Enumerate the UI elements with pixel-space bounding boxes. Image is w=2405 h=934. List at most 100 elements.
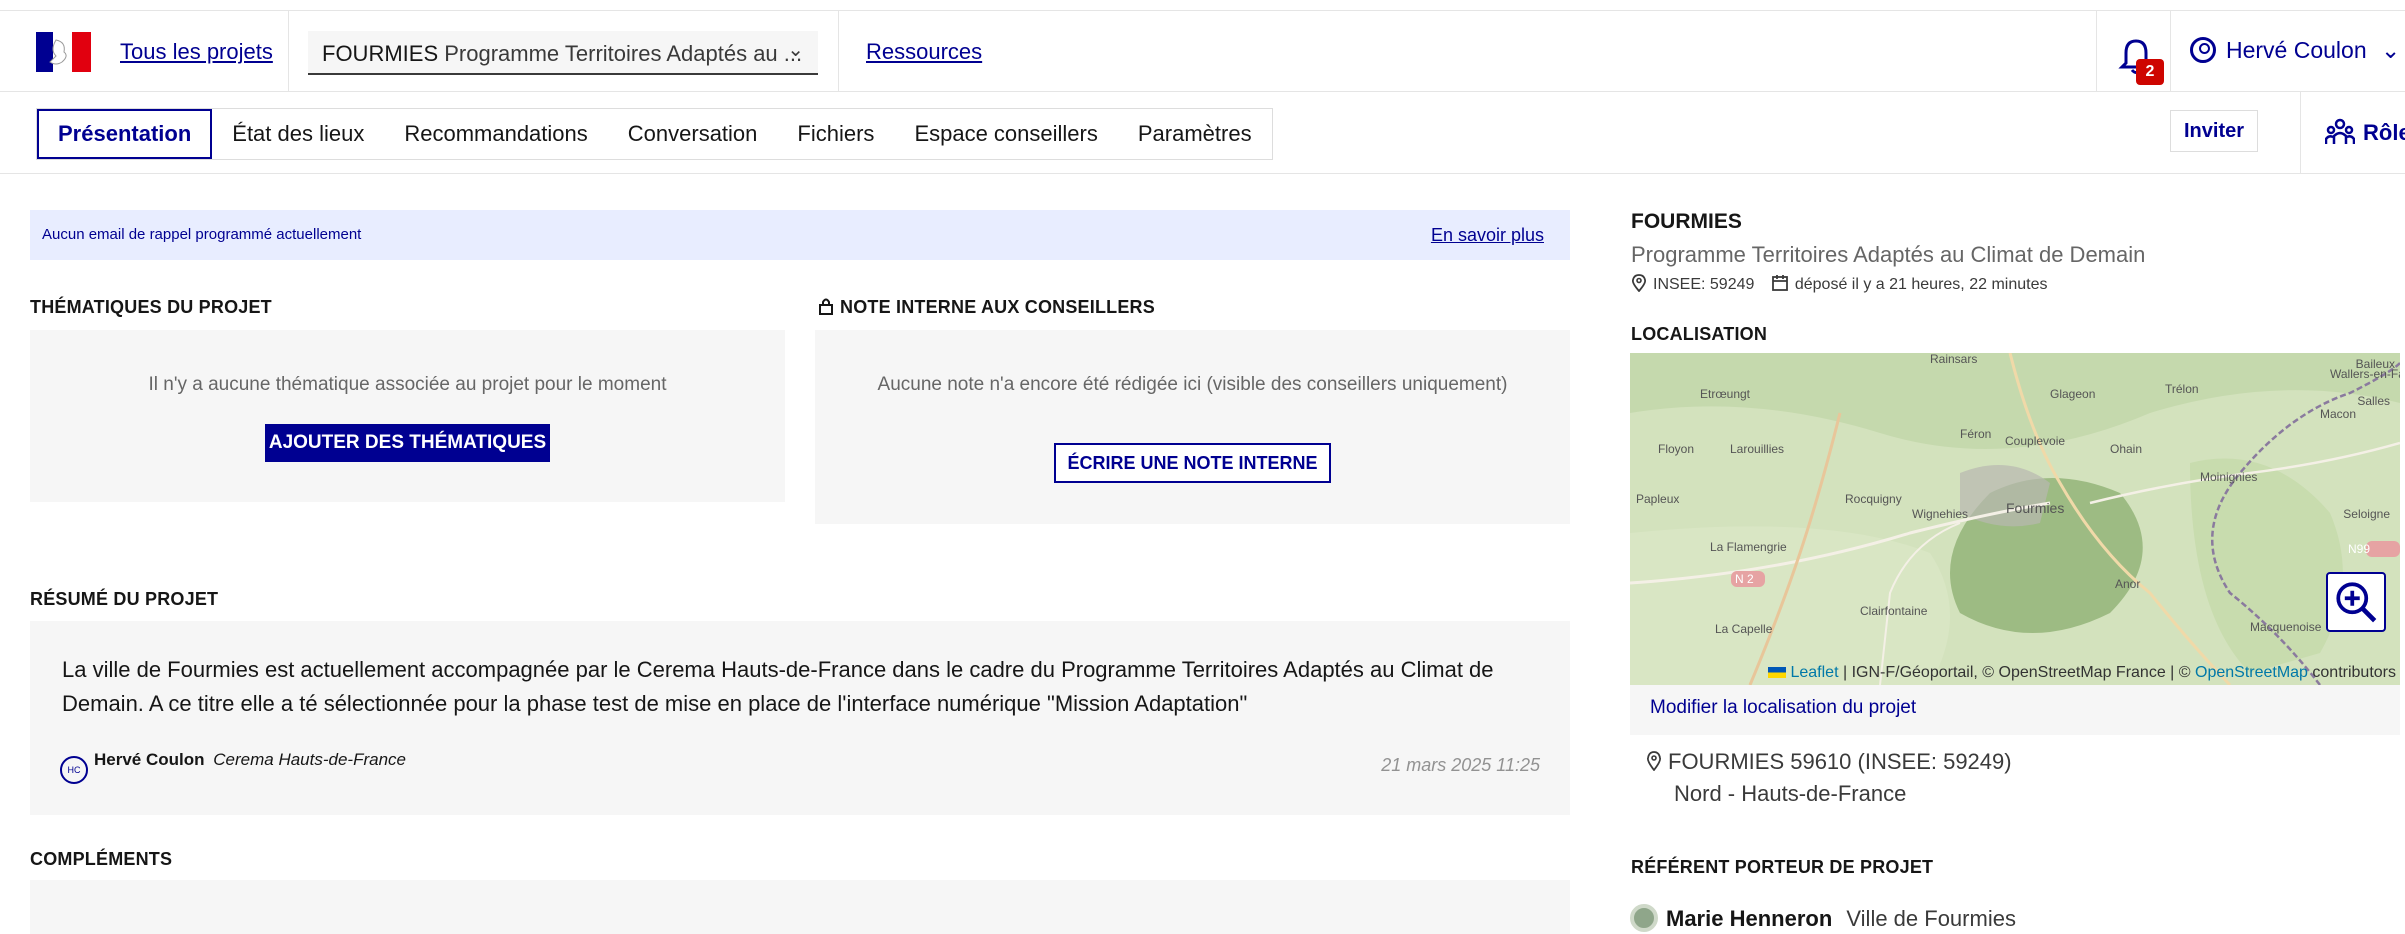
- themes-section-title: THÉMATIQUES DU PROJET: [30, 297, 272, 317]
- write-internal-note-button[interactable]: ÉCRIRE UNE NOTE INTERNE: [1054, 443, 1331, 483]
- osm-link[interactable]: OpenStreetMap: [2195, 664, 2308, 681]
- project-address: FOURMIES 59610 (INSEE: 59249) Nord - Hau…: [1646, 746, 2012, 810]
- themes-panel: Il n'y a aucune thématique associée au p…: [30, 330, 785, 502]
- add-themes-button[interactable]: AJOUTER DES THÉMATIQUES: [265, 424, 550, 462]
- map-place-label: Rocquigny: [1845, 492, 1902, 506]
- user-name: Hervé Coulon: [2226, 37, 2367, 63]
- map-pin-icon: [1631, 274, 1647, 293]
- invite-button[interactable]: Inviter: [2170, 110, 2258, 152]
- attribution-contrib: contributors: [2307, 664, 2396, 681]
- map-tiles[interactable]: RainsarsEtrœungt Glageon TrélonWallers-en-…: [1630, 353, 2400, 685]
- address-line-1: FOURMIES 59610 (INSEE: 59249): [1668, 749, 2012, 774]
- all-projects-link[interactable]: Tous les projets: [120, 39, 273, 65]
- divider: [2170, 11, 2171, 91]
- zoom-in-icon[interactable]: [2326, 572, 2386, 632]
- people-icon: [2324, 118, 2356, 144]
- tab-espace-conseillers[interactable]: Espace conseillers: [894, 109, 1117, 159]
- themes-empty-text: Il n'y a aucune thématique associée au p…: [148, 374, 667, 395]
- map-place-label: Larouillies: [1730, 442, 1784, 456]
- ukraine-flag-icon: [1768, 667, 1787, 678]
- map-place-label: Féron: [1960, 427, 1991, 441]
- map-place-label: Fourmies: [2006, 500, 2064, 516]
- project-deposited: déposé il y a 21 heures, 22 minutes: [1794, 276, 2048, 293]
- map-place-label: Glageon: [2050, 387, 2095, 401]
- project-select[interactable]: FOURMIES Programme Territoires Adaptés a…: [308, 31, 818, 75]
- calendar-icon: [1771, 275, 1788, 291]
- map-place-label: Papleux: [1636, 492, 1679, 506]
- modify-location-link[interactable]: Modifier la localisation du projet: [1650, 697, 1916, 719]
- map-footer: Modifier la localisation du projet: [1630, 685, 2400, 735]
- avatar: HC: [60, 756, 88, 784]
- project-select-commune: FOURMIES: [322, 41, 439, 66]
- map-place-label: Rainsars: [1930, 353, 1977, 366]
- tab-conversation[interactable]: Conversation: [608, 109, 778, 159]
- tab-parametres[interactable]: Paramètres: [1118, 109, 1272, 159]
- project-insee: INSEE: 59249: [1653, 276, 1755, 293]
- map-place-label: Macon: [2320, 407, 2356, 421]
- summary-author: HC Hervé Coulon Cerema Hauts-de-France: [60, 750, 406, 784]
- divider: [2096, 11, 2097, 91]
- address-line-2: Nord - Hauts-de-France: [1674, 781, 1907, 806]
- map-place-label: N 2: [1735, 572, 1754, 586]
- chevron-down-icon: ⌄: [2381, 37, 2401, 63]
- lock-icon: [819, 298, 833, 315]
- referent-contact[interactable]: Marie Henneron Ville de Fourmies: [1630, 904, 2016, 932]
- project-meta: INSEE: 59249 déposé il y a 21 heures, 22…: [1631, 274, 2047, 294]
- leaflet-link[interactable]: Leaflet: [1790, 664, 1838, 681]
- attribution-text: | IGN-F/Géoportail, © OpenStreetMap Fran…: [1838, 664, 2195, 681]
- map-place-label: Couplevoie: [2005, 434, 2065, 448]
- map-place-label: Macquenoise: [2250, 620, 2322, 634]
- map-place-label: Trélon: [2165, 382, 2199, 396]
- map-place-label: Etrœungt: [1700, 387, 1751, 401]
- avatar: [1630, 904, 1658, 932]
- resources-link[interactable]: Ressources: [866, 39, 982, 65]
- notification-count-badge: 2: [2136, 59, 2164, 85]
- map-place-label: La Flamengrie: [1710, 540, 1787, 554]
- tab-etat-des-lieux[interactable]: État des lieux: [212, 109, 384, 159]
- complements-panel: [30, 880, 1570, 934]
- summary-text: La ville de Fourmies est actuellement ac…: [62, 657, 1494, 716]
- user-menu[interactable]: Hervé Coulon ⌄: [2190, 37, 2400, 64]
- map-place-label: Wignehies: [1912, 507, 1968, 521]
- map-place-label: Moinignies: [2200, 470, 2257, 484]
- referent-section-title: RÉFÉRENT PORTEUR DE PROJET: [1631, 857, 1934, 877]
- internal-note-title: NOTE INTERNE AUX CONSEILLERS: [840, 297, 1155, 317]
- note-empty-text: Aucune note n'a encore été rédigée ici (…: [877, 374, 1508, 395]
- map-place-label: La Capelle: [1715, 622, 1773, 636]
- reminder-info-banner: Aucun email de rappel programmé actuelle…: [30, 210, 1570, 260]
- banner-text: Aucun email de rappel programmé actuelle…: [42, 226, 362, 243]
- summary-date: 21 mars 2025 11:25: [1381, 755, 1540, 775]
- tab-presentation[interactable]: Présentation: [37, 109, 213, 159]
- user-circle-icon: [2190, 37, 2216, 63]
- location-map[interactable]: Rainsars Etrœungt Glageon Trélon Wallers-en-…: [1630, 353, 2400, 685]
- complements-section-title: COMPLÉMENTS: [30, 849, 173, 869]
- map-place-label: Seloigne: [2343, 507, 2390, 521]
- chevron-down-icon: ⌄: [787, 39, 804, 61]
- author-org: Cerema Hauts-de-France: [213, 750, 407, 769]
- map-attribution: Leaflet | IGN-F/Géoportail, © OpenStreet…: [1630, 660, 2400, 685]
- map-pin-icon: [1646, 751, 1662, 772]
- learn-more-link[interactable]: En savoir plus: [1431, 210, 1544, 260]
- project-commune: FOURMIES: [1631, 210, 1742, 233]
- project-tabs-bar: Présentation État des lieux Recommandati…: [0, 92, 2405, 174]
- project-program: Programme Territoires Adaptés au Climat …: [1631, 242, 2146, 267]
- map-place-label: Clairfontaine: [1860, 604, 1928, 618]
- divider: [288, 11, 289, 91]
- map-place-label: Salles: [2357, 394, 2390, 408]
- map-place-label: Anor: [2115, 577, 2140, 591]
- roles-button[interactable]: Rôle: [2300, 92, 2405, 174]
- tab-recommandations[interactable]: Recommandations: [384, 109, 607, 159]
- internal-note-panel: Aucune note n'a encore été rédigée ici (…: [815, 330, 1570, 524]
- referent-org: Ville de Fourmies: [1846, 906, 2016, 931]
- divider: [838, 11, 839, 91]
- map-place-label: Ohain: [2110, 442, 2142, 456]
- tab-fichiers[interactable]: Fichiers: [777, 109, 894, 159]
- internal-note-section-title: NOTE INTERNE AUX CONSEILLERS: [818, 297, 1155, 318]
- roles-label: Rôle: [2363, 120, 2405, 145]
- summary-panel: La ville de Fourmies est actuellement ac…: [30, 621, 1570, 815]
- road-shield: [2366, 541, 2400, 557]
- summary-section-title: RÉSUMÉ DU PROJET: [30, 589, 219, 609]
- marianne-logo[interactable]: [36, 28, 91, 76]
- map-place-label: N99: [2348, 542, 2370, 556]
- project-select-program: Programme Territoires Adaptés au ...: [444, 41, 803, 66]
